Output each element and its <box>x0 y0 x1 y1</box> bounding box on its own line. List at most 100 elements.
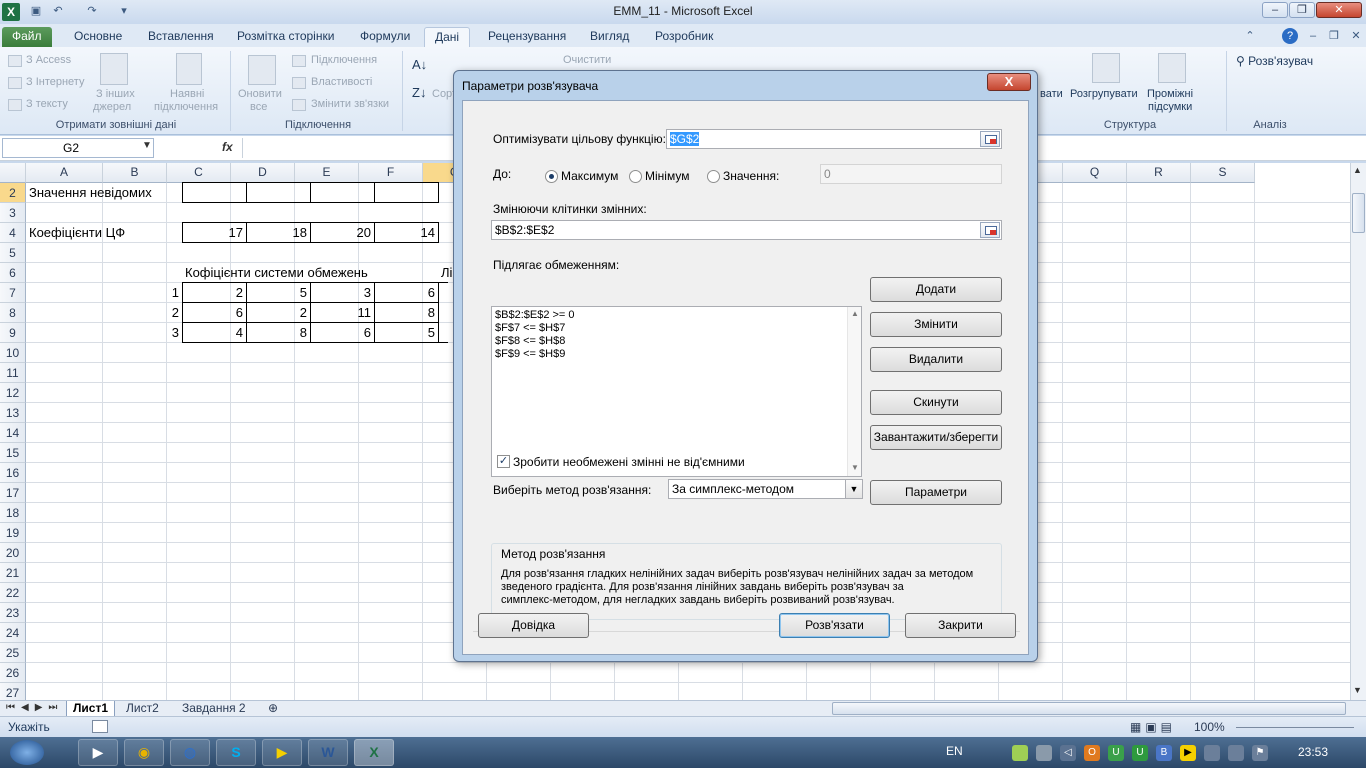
tray-icon-2[interactable] <box>1036 745 1052 761</box>
help-icon[interactable]: ? <box>1282 28 1298 44</box>
subtotal-button[interactable]: Проміжні <box>1147 88 1193 100</box>
other-sources-button[interactable]: З інших <box>96 88 135 100</box>
row-header[interactable]: 24 <box>0 623 26 643</box>
solve-button[interactable]: Розв'язати <box>779 613 890 638</box>
from-web-button[interactable]: З Інтернету <box>26 76 84 88</box>
chevron-down-icon[interactable]: ▼ <box>845 480 862 498</box>
constraints-list[interactable]: $B$2:$E$2 >= 0 $F$7 <= $H$7 $F$8 <= $H$8… <box>491 306 862 477</box>
method-select[interactable]: За симплекс-методом ▼ <box>668 479 863 499</box>
constraint-item[interactable]: $F$7 <= $H$7 <box>495 322 565 334</box>
presentation-app-icon[interactable]: ▶ <box>262 739 302 766</box>
properties-button[interactable]: Властивості <box>311 76 372 88</box>
row-header[interactable]: 18 <box>0 503 26 523</box>
tab-home[interactable]: Основне <box>64 27 132 47</box>
range-picker-icon[interactable] <box>980 222 1000 238</box>
constraints-scrollbar[interactable]: ▲ ▼ <box>847 307 861 476</box>
constraint-item[interactable]: $F$8 <= $H$8 <box>495 335 565 347</box>
insert-sheet-icon[interactable]: ⊕ <box>262 701 284 717</box>
tab-insert[interactable]: Вставлення <box>138 27 224 47</box>
name-box[interactable]: G2 <box>2 138 154 158</box>
row-header[interactable]: 7 <box>0 283 26 303</box>
sort-za-icon[interactable]: Z↓ <box>412 85 426 100</box>
from-access-button[interactable]: З Access <box>26 54 71 66</box>
tab-file[interactable]: Файл <box>2 27 52 47</box>
add-button[interactable]: Додати <box>870 277 1002 302</box>
row-header[interactable]: 21 <box>0 563 26 583</box>
group-button[interactable]: вати <box>1040 88 1063 100</box>
objective-field[interactable]: $G$2 <box>666 129 1002 149</box>
cell-a9[interactable]: 3 <box>26 323 182 343</box>
cell-b7[interactable]: 2 <box>182 283 246 303</box>
excel-taskbar-icon[interactable]: X <box>354 739 394 766</box>
zoom-level[interactable]: 100% <box>1194 720 1225 734</box>
dialog-close-button[interactable]: X <box>987 73 1031 91</box>
nonneg-checkbox[interactable]: ✓ <box>497 455 510 468</box>
cell-c8[interactable]: 2 <box>246 303 310 323</box>
row-header[interactable]: 10 <box>0 343 26 363</box>
battery-icon[interactable] <box>1228 745 1244 761</box>
flag-icon[interactable]: ⚑ <box>1252 745 1268 761</box>
clear-filter-button[interactable]: Очистити <box>563 54 611 66</box>
sheet-nav-icons[interactable]: ⏮◀▶⏭ <box>6 702 63 713</box>
browser-icon[interactable]: ◍ <box>170 739 210 766</box>
cell-c7[interactable]: 5 <box>246 283 310 303</box>
row-header[interactable]: 6 <box>0 263 26 283</box>
row-header[interactable]: 17 <box>0 483 26 503</box>
cell-e4[interactable]: 14 <box>374 223 438 243</box>
cell-d4[interactable]: 20 <box>310 223 374 243</box>
restore-doc-icon[interactable]: ❐ <box>1326 28 1342 44</box>
tray-icon-4[interactable]: O <box>1084 745 1100 761</box>
row-header[interactable]: 3 <box>0 203 26 223</box>
edit-links-button[interactable]: Змінити зв'язки <box>311 98 389 110</box>
cell-a4[interactable]: Коефіцієнти ЦФ <box>26 223 128 243</box>
row-header[interactable]: 2 <box>0 183 26 203</box>
tab-data[interactable]: Дані <box>424 27 471 47</box>
sheet-tab-3[interactable]: Завдання 2 <box>176 701 252 717</box>
scroll-up-icon[interactable]: ▲ <box>1353 165 1362 175</box>
close-doc-icon[interactable]: ✕ <box>1348 28 1364 44</box>
vertical-scrollbar[interactable]: ▲ ▼ <box>1350 163 1366 700</box>
column-header[interactable]: D <box>231 163 295 183</box>
macro-record-icon[interactable] <box>92 720 108 733</box>
value-radio[interactable] <box>707 170 720 183</box>
chrome-icon[interactable]: ◉ <box>124 739 164 766</box>
row-header[interactable]: 12 <box>0 383 26 403</box>
sort-az-icon[interactable]: A↓ <box>412 57 427 72</box>
view-buttons-icon[interactable]: ▦▣▤ <box>1130 720 1176 734</box>
volume-icon[interactable]: ◁ <box>1060 745 1076 761</box>
cell-e8[interactable]: 8 <box>374 303 438 323</box>
row-header[interactable]: 9 <box>0 323 26 343</box>
solver-button[interactable]: ⚲ Розв'язувач <box>1236 54 1313 68</box>
tab-formulas[interactable]: Формули <box>350 27 420 47</box>
row-header[interactable]: 16 <box>0 463 26 483</box>
tray-icon-8[interactable]: ▶ <box>1180 745 1196 761</box>
cell-b8[interactable]: 6 <box>182 303 246 323</box>
tray-icon-5[interactable]: U <box>1108 745 1124 761</box>
insert-function-icon[interactable]: fx <box>222 140 233 154</box>
row-header[interactable]: 15 <box>0 443 26 463</box>
column-header[interactable]: F <box>359 163 423 183</box>
sheet-tab-2[interactable]: Лист2 <box>120 701 165 717</box>
change-button[interactable]: Змінити <box>870 312 1002 337</box>
skype-icon[interactable]: S <box>216 739 256 766</box>
row-header[interactable]: 8 <box>0 303 26 323</box>
horizontal-scroll-thumb[interactable] <box>832 702 1346 715</box>
tray-icon-6[interactable]: U <box>1132 745 1148 761</box>
from-text-button[interactable]: З тексту <box>26 98 68 110</box>
row-header[interactable]: 14 <box>0 423 26 443</box>
clock[interactable]: 23:53 <box>1298 745 1328 759</box>
column-header[interactable]: B <box>103 163 167 183</box>
cell-b9[interactable]: 4 <box>182 323 246 343</box>
cell-a2[interactable]: Значення невідомих <box>26 183 155 203</box>
existing-connections-button[interactable]: Наявні <box>170 88 204 100</box>
help-button[interactable]: Довідка <box>478 613 589 638</box>
column-header[interactable]: E <box>295 163 359 183</box>
minimize-button[interactable]: – <box>1262 2 1288 18</box>
row-header[interactable]: 22 <box>0 583 26 603</box>
row-header[interactable]: 19 <box>0 523 26 543</box>
row-header[interactable]: 11 <box>0 363 26 383</box>
cell-d8[interactable]: 11 <box>310 303 374 323</box>
tray-icon-1[interactable] <box>1012 745 1028 761</box>
sheet-tab-1[interactable]: Лист1 <box>66 701 116 717</box>
column-header[interactable]: A <box>26 163 103 183</box>
